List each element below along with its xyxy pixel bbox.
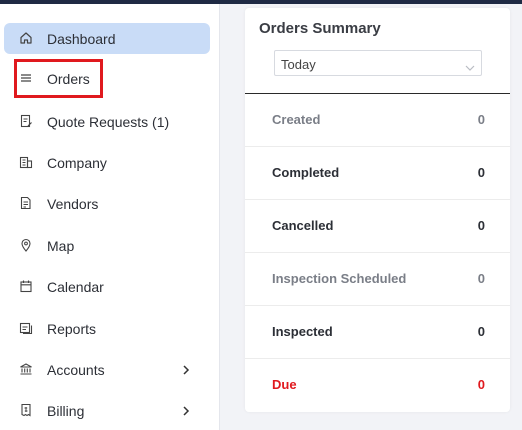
summary-row-label: Completed xyxy=(272,165,340,180)
list-icon xyxy=(18,70,34,86)
sidebar-item-accounts[interactable]: Accounts xyxy=(4,354,210,385)
summary-row-due: Due 0 xyxy=(245,359,510,412)
home-icon xyxy=(18,30,34,46)
summary-row-label: Created xyxy=(272,112,321,127)
sidebar-item-label: Dashboard xyxy=(47,31,116,47)
sidebar-item-orders[interactable]: Orders xyxy=(4,63,210,94)
sidebar-item-label: Orders xyxy=(47,71,90,87)
document-icon xyxy=(18,195,34,211)
sidebar-item-label: Vendors xyxy=(47,196,99,212)
period-select-value: Today xyxy=(281,57,316,72)
summary-row-cancelled: Cancelled 0 xyxy=(245,200,510,253)
summary-row-label: Cancelled xyxy=(272,218,334,233)
period-select[interactable]: Today xyxy=(274,50,482,76)
sidebar-item-map[interactable]: Map xyxy=(4,230,210,261)
summary-row-value: 0 xyxy=(477,271,485,286)
sidebar-item-calendar[interactable]: Calendar xyxy=(4,271,210,302)
summary-row-label: Inspected xyxy=(272,324,333,339)
sidebar-item-label: Company xyxy=(47,155,107,171)
summary-row-value: 0 xyxy=(477,324,485,339)
bank-icon xyxy=(18,361,34,377)
chevron-right-icon xyxy=(180,363,192,375)
summary-row-value: 0 xyxy=(477,112,485,127)
sidebar-item-company[interactable]: Company xyxy=(4,147,210,178)
sidebar-item-quote-requests[interactable]: Quote Requests (1) xyxy=(4,106,210,137)
sidebar-item-label: Accounts xyxy=(47,362,105,378)
summary-row-created: Created 0 xyxy=(245,94,510,147)
sidebar-item-label: Billing xyxy=(47,403,85,419)
summary-row-inspection-scheduled: Inspection Scheduled 0 xyxy=(245,253,510,306)
sidebar-item-label: Quote Requests (1) xyxy=(47,114,170,130)
sidebar-item-label: Map xyxy=(47,238,75,254)
sidebar-item-label: Reports xyxy=(47,321,97,337)
summary-row-completed: Completed 0 xyxy=(245,147,510,200)
summary-row-label: Due xyxy=(272,377,297,392)
sidebar-item-reports[interactable]: Reports xyxy=(4,313,210,344)
summary-row-inspected: Inspected 0 xyxy=(245,306,510,359)
sidebar: Dashboard Orders Quote Requests (1) Comp… xyxy=(0,4,220,430)
map-pin-icon xyxy=(18,237,34,253)
orders-summary-card: Orders Summary Today Created 0 Completed… xyxy=(245,8,510,412)
summary-row-value: 0 xyxy=(477,218,485,233)
card-title: Orders Summary xyxy=(259,20,381,37)
reports-icon xyxy=(18,320,34,336)
summary-row-value: 0 xyxy=(477,377,485,392)
summary-row-value: 0 xyxy=(477,165,485,180)
chevron-right-icon xyxy=(180,404,192,416)
invoice-icon xyxy=(18,402,34,418)
building-icon xyxy=(18,154,34,170)
sidebar-item-label: Calendar xyxy=(47,279,104,295)
sidebar-item-billing[interactable]: Billing xyxy=(4,395,210,426)
calendar-icon xyxy=(18,278,34,294)
summary-row-label: Inspection Scheduled xyxy=(272,271,407,286)
sidebar-item-vendors[interactable]: Vendors xyxy=(4,188,210,219)
sidebar-item-dashboard[interactable]: Dashboard xyxy=(4,23,210,54)
chevron-down-icon xyxy=(465,59,475,71)
file-edit-icon xyxy=(18,113,34,129)
